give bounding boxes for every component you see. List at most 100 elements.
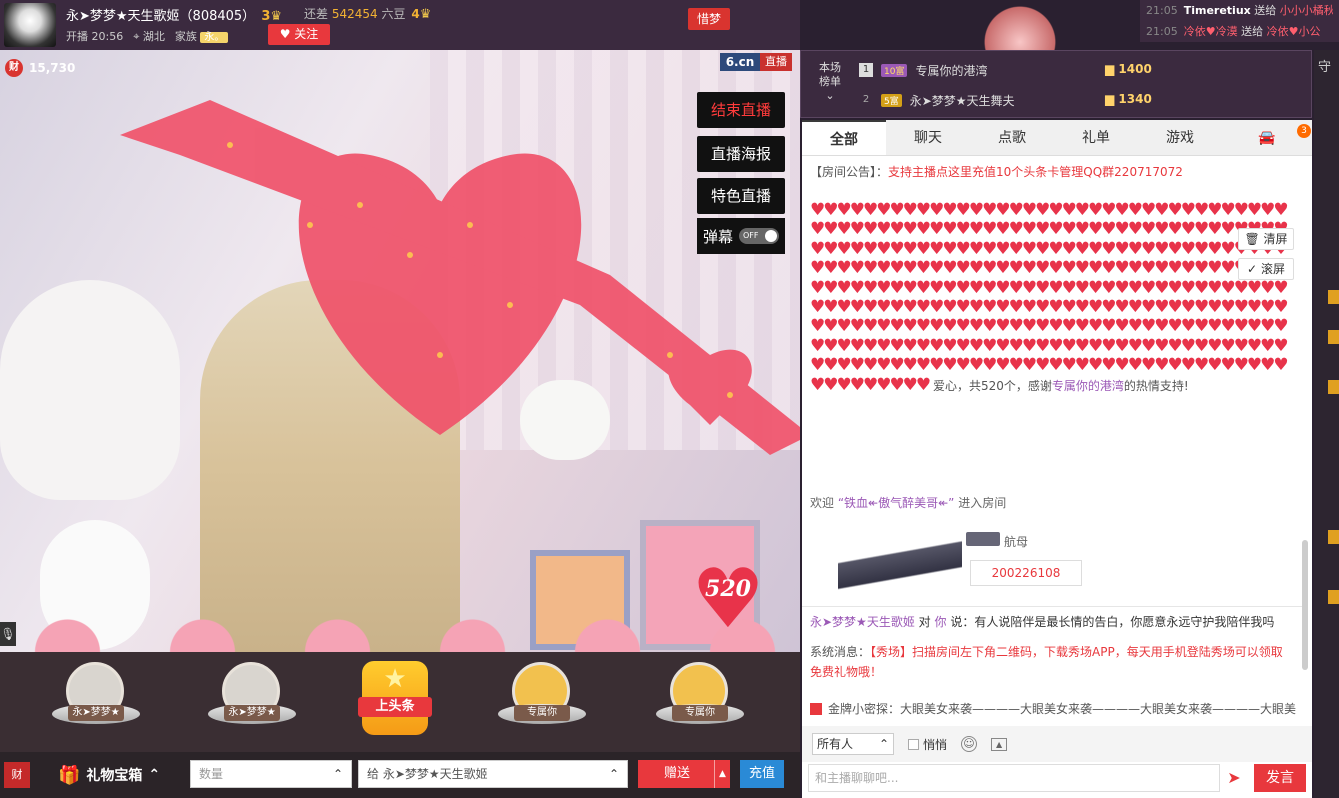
- side-list-item[interactable]: [1328, 330, 1339, 344]
- wealth-level-badge: 10富: [881, 63, 908, 77]
- audience-select[interactable]: 所有人 ⌃: [812, 733, 894, 755]
- gift-slot[interactable]: 永➤梦梦★: [48, 662, 144, 746]
- rank-row[interactable]: 1 10富 专属你的港湾: [859, 57, 987, 83]
- welcome-user[interactable]: “铁血↞傲气醉美哥↞”: [838, 496, 955, 510]
- hearts-message-user[interactable]: 专属你的港湾: [1052, 379, 1124, 393]
- danmu-switch[interactable]: OFF: [739, 228, 779, 244]
- rank-banner: 本场榜单 ⌄ 1 10富 专属你的港湾 ▆ 1400 2 5富 永➤梦梦★天生舞…: [800, 50, 1312, 118]
- chevron-up-icon[interactable]: ⌃: [333, 761, 343, 787]
- end-live-button[interactable]: 结束直播: [697, 92, 785, 128]
- gold-spy-text: 金牌小密探：大眼美女来袭————大眼美女来袭————大眼美女来袭————大眼美: [828, 702, 1297, 716]
- headline-label: 上头条: [358, 697, 432, 717]
- coin-icon: ▆: [1105, 92, 1115, 106]
- gift-slot[interactable]: 专属你: [494, 662, 590, 746]
- chevron-up-icon[interactable]: ⌃: [609, 761, 619, 787]
- send-gift-button[interactable]: 赠送 ▲: [638, 760, 730, 788]
- fortune-icon[interactable]: 财: [4, 762, 30, 788]
- right-side-strip: [1314, 50, 1339, 798]
- rank-label-text: 本场榜单: [819, 61, 841, 88]
- rank-number: 1: [859, 63, 873, 77]
- follow-button[interactable]: ♥ 关注: [268, 24, 330, 45]
- compose-toolbar: 所有人 ⌃ 悄悄 ☺ ▲: [802, 726, 1312, 762]
- gift-strip: 永➤梦梦★ 永➤梦梦★ ★ 上头条 专属你 专属你: [0, 652, 800, 752]
- whisper-toggle[interactable]: 悄悄: [908, 736, 947, 753]
- gap-value: 542454: [331, 7, 378, 21]
- live-video[interactable]: ♥ 520 财 15,730 6.cn 直播 结束直播 直播海报 特色直播 弹幕…: [0, 50, 800, 652]
- caret-up-icon[interactable]: ▲: [714, 760, 730, 788]
- coin-icon: ▆: [1105, 62, 1115, 76]
- family: 家族 永。: [175, 28, 229, 44]
- quantity-placeholder: 数量: [199, 767, 224, 781]
- recipient-name: 永➤梦梦★天生歌姬: [382, 767, 488, 781]
- crown-icon: ♛: [270, 9, 283, 24]
- send-plane-icon[interactable]: ➤: [1222, 766, 1246, 790]
- tab-song-request[interactable]: 点歌: [970, 120, 1054, 155]
- hearts-gift-message: ♥♥♥♥♥♥♥♥♥♥♥♥♥♥♥♥♥♥♥♥♥♥♥♥♥♥♥♥♥♥♥♥♥♥♥♥♥♥♥♥…: [810, 201, 1289, 395]
- gift-slot[interactable]: 永➤梦梦★: [204, 662, 300, 746]
- gap-unit: 六豆: [381, 7, 406, 21]
- recharge-button[interactable]: 充值: [740, 760, 784, 788]
- guard-tab[interactable]: 守: [1318, 56, 1331, 75]
- image-icon[interactable]: ▲: [991, 737, 1008, 751]
- feed-user[interactable]: 冷依♥冷漠: [1184, 25, 1238, 38]
- quantity-input[interactable]: 数量 ⌃: [190, 760, 352, 788]
- carrier-room-id[interactable]: 200226108: [970, 560, 1082, 586]
- whisper-checkbox[interactable]: [908, 738, 919, 750]
- heart-border-decoration: [0, 610, 800, 652]
- gift-slot-tag: 永➤梦梦★: [68, 705, 124, 721]
- family-badge[interactable]: 永。: [200, 32, 229, 43]
- hearts-message-post: 的热情支持!: [1123, 378, 1189, 393]
- recipient-select[interactable]: 给 永➤梦梦★天生歌姬 ⌃: [358, 760, 628, 788]
- gift-box-button[interactable]: 🎁 礼物宝箱 ⌃: [58, 765, 160, 786]
- featured-live-button[interactable]: 特色直播: [697, 178, 785, 214]
- side-list-item[interactable]: [1328, 290, 1339, 304]
- live-poster-button[interactable]: 直播海报: [697, 136, 785, 172]
- side-list-item[interactable]: [1328, 530, 1339, 544]
- divider: [802, 606, 1302, 607]
- rank-number: 2: [862, 94, 870, 105]
- chat-user[interactable]: 永➤梦梦★天生歌姬: [810, 615, 915, 629]
- feed-item: 21:05 冷依♥冷漠 送给 冷依♥小公: [1146, 21, 1333, 42]
- notice-link[interactable]: 支持主播点这里充值10个头条卡管理QQ群220717072: [888, 165, 1183, 179]
- whisper-label: 悄悄: [923, 737, 948, 752]
- emoji-icon[interactable]: ☺: [961, 736, 978, 752]
- gift-slot-tag: 专属你: [672, 705, 728, 721]
- feed-user[interactable]: Timeretiux: [1184, 4, 1251, 17]
- chat-scrollbar[interactable]: [1302, 540, 1308, 670]
- tab-games[interactable]: 游戏: [1138, 120, 1222, 155]
- rank-row[interactable]: 2 5富 永➤梦梦★天生舞夫: [859, 87, 1015, 113]
- feed-target[interactable]: 冷依♥小公: [1267, 25, 1321, 38]
- clear-screen-button[interactable]: 🗑 清屏: [1238, 228, 1294, 250]
- flag-tag[interactable]: 惜梦: [688, 8, 730, 30]
- feed-time: 21:05: [1146, 4, 1178, 17]
- tab-gift-list[interactable]: 礼单: [1054, 120, 1138, 155]
- crown-icon: ♛: [419, 7, 432, 22]
- rank-label[interactable]: 本场榜单 ⌄: [815, 61, 845, 103]
- tab-chat[interactable]: 聊天: [886, 120, 970, 155]
- anchor-avatar[interactable]: [4, 3, 56, 47]
- microphone-icon[interactable]: 🎙: [0, 622, 16, 646]
- feed-target[interactable]: 小小小橘秋: [1280, 4, 1333, 17]
- send-message-button[interactable]: 发言: [1254, 764, 1306, 792]
- tab-all[interactable]: 全部: [802, 120, 886, 155]
- rank-score-value: 1340: [1118, 92, 1152, 106]
- headline-button[interactable]: ★ 上头条: [358, 661, 432, 735]
- danmu-toggle[interactable]: 弹幕 OFF: [697, 218, 785, 254]
- system-text[interactable]: 【秀场】扫描房间左下角二维码，下载秀场APP，每天用手机登陆秀场可以领取免费礼物…: [810, 645, 1283, 679]
- carrier-icon: [966, 532, 1000, 546]
- side-list-item[interactable]: [1328, 590, 1339, 604]
- chat-target[interactable]: 你: [935, 615, 947, 629]
- fortune-counter: 财 15,730: [5, 59, 75, 77]
- location-text: 湖北: [142, 30, 165, 43]
- gift-slot[interactable]: 专属你: [652, 662, 748, 746]
- level-gap: 还差 542454 六豆 4♛: [304, 5, 431, 22]
- rank-score: ▆ 1340: [1105, 92, 1152, 106]
- side-list-item[interactable]: [1328, 380, 1339, 394]
- car-badge: 3: [1297, 124, 1311, 138]
- tab-car[interactable]: 🚘 3: [1222, 120, 1312, 155]
- audience-value: 所有人: [817, 737, 854, 751]
- chat-text: 说：有人说陪伴是最长情的告白，你愿意永远守护我陪伴我吗: [950, 615, 1275, 629]
- system-message: 系统消息：【秀场】扫描房间左下角二维码，下载秀场APP，每天用手机登陆秀场可以领…: [810, 642, 1290, 682]
- auto-scroll-button[interactable]: ✓ 滚屏: [1238, 258, 1294, 280]
- chat-input[interactable]: 和主播聊聊吧...: [808, 764, 1220, 792]
